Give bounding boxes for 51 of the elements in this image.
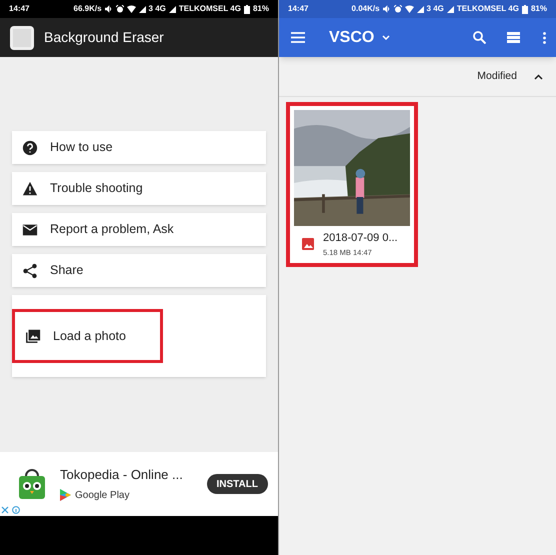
- battery-icon: [522, 4, 528, 14]
- clock-text: 14:47: [288, 3, 308, 15]
- install-button[interactable]: INSTALL: [206, 474, 268, 494]
- menu-icon: [291, 32, 305, 43]
- more-icon: [543, 32, 546, 44]
- speed-text: 66.9K/s: [74, 3, 102, 15]
- play-store-icon: [60, 489, 71, 502]
- carrier-text: TELKOMSEL 4G: [178, 3, 241, 15]
- ad-title: Tokopedia - Online ...: [60, 466, 184, 484]
- app-title: Background Eraser: [44, 28, 164, 47]
- share-icon: [22, 262, 38, 278]
- signal-icon: [168, 6, 176, 12]
- battery-text: 81%: [252, 3, 269, 15]
- image-icon: [25, 328, 41, 344]
- signal-icon: [138, 6, 146, 12]
- menu-item[interactable]: Trouble shooting: [12, 172, 266, 205]
- chevron-down-icon: [382, 35, 390, 40]
- carrier-text: TELKOMSEL 4G: [456, 3, 519, 15]
- wifi-icon: [404, 5, 414, 13]
- speaker-icon: [104, 5, 113, 13]
- app-logo-icon: [10, 26, 34, 50]
- search-icon: [473, 31, 486, 44]
- network-text: 3 4G: [426, 3, 444, 15]
- help-icon: [22, 140, 38, 156]
- network-text: 3 4G: [148, 3, 166, 15]
- clock-text: 14:47: [9, 3, 30, 15]
- alarm-clock-icon: [116, 5, 124, 13]
- store-name: Google Play: [75, 488, 130, 503]
- menu-item[interactable]: Share: [12, 254, 266, 287]
- list-view-icon: [507, 32, 520, 43]
- sort-button[interactable]: Modified: [477, 68, 543, 84]
- chevron-up-icon: [534, 74, 543, 80]
- battery-text: 81%: [530, 3, 547, 15]
- menu-item[interactable]: Load a photo: [12, 309, 163, 363]
- image-icon: [302, 238, 314, 250]
- file-name: 2018-07-09 0...: [323, 231, 398, 246]
- signal-icon: [416, 6, 424, 12]
- menu-item[interactable]: Report a problem, Ask: [12, 213, 266, 246]
- wifi-icon: [126, 5, 136, 13]
- menu-button[interactable]: [291, 32, 307, 44]
- signal-icon: [446, 6, 454, 12]
- speaker-icon: [382, 5, 391, 13]
- battery-icon: [244, 4, 250, 14]
- ad-choices-icon: [1, 506, 21, 514]
- speed-text: 0.04K/s: [352, 3, 380, 15]
- mail-icon: [22, 222, 38, 238]
- menu-item[interactable]: How to use: [12, 131, 266, 164]
- warning-icon: [22, 180, 38, 196]
- folder-dropdown[interactable]: VSCO: [329, 26, 390, 50]
- alarm-clock-icon: [394, 5, 402, 13]
- shopping-bag-icon: [18, 468, 46, 500]
